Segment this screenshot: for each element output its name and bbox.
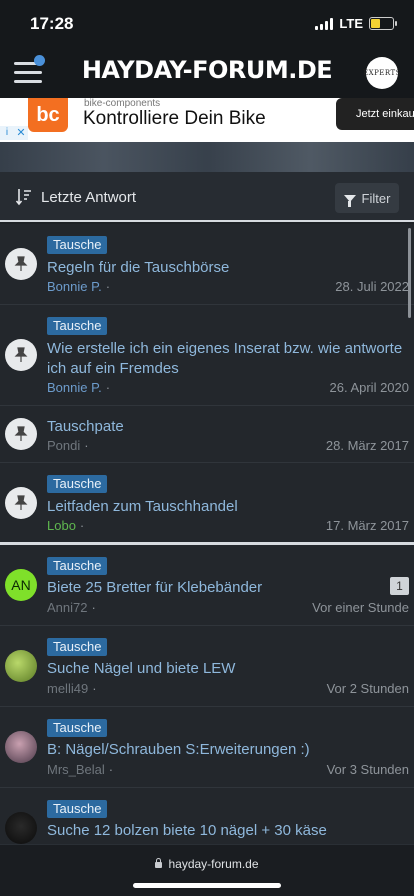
filter-button[interactable]: Filter xyxy=(335,183,399,213)
user-avatar[interactable] xyxy=(5,650,37,682)
status-indicators: LTE xyxy=(315,16,397,31)
lock-icon xyxy=(155,858,163,868)
thread-tag[interactable]: Tausche xyxy=(47,317,108,335)
user-avatar[interactable] xyxy=(5,731,37,763)
thread-title[interactable]: Suche 12 bolzen biete 10 nägel + 30 käse xyxy=(47,821,404,841)
pin-icon xyxy=(5,418,37,450)
sort-label[interactable]: Letzte Antwort xyxy=(41,189,136,206)
thread-author[interactable]: Pondi · xyxy=(47,438,89,453)
thread-tag[interactable]: Tausche xyxy=(47,638,108,656)
status-time: 17:28 xyxy=(30,14,74,33)
thread-author[interactable]: Bonnie P. · xyxy=(47,380,110,395)
thread-title[interactable]: Tauschpate xyxy=(47,417,404,437)
thread-row[interactable]: Tauschpate Pondi · 28. März 2017 xyxy=(0,406,414,463)
thread-date[interactable]: Vor 2 Stunden xyxy=(327,681,409,696)
ad-close-icon[interactable]: ✕ xyxy=(14,126,28,140)
filter-bar: Letzte Antwort Filter xyxy=(0,172,414,222)
url-text: hayday-forum.de xyxy=(168,857,259,871)
site-header: HAYDAY-FORUM.DE EXPERTS xyxy=(0,48,414,98)
thread-tag[interactable]: Tausche xyxy=(47,557,108,575)
status-bar: 17:28 LTE xyxy=(0,0,414,48)
home-indicator[interactable] xyxy=(133,883,281,888)
filter-icon xyxy=(343,194,356,207)
thread-author[interactable]: Mrs_Belal · xyxy=(47,762,113,777)
thread-author[interactable]: Bonnie P. · xyxy=(47,279,110,294)
thread-title[interactable]: Suche Nägel und biete LEW xyxy=(47,659,404,679)
site-logo[interactable]: HAYDAY-FORUM.DE xyxy=(0,56,414,84)
thread-row[interactable]: Tausche Suche 12 bolzen biete 10 nägel +… xyxy=(0,788,414,848)
thread-title[interactable]: Leitfaden zum Tauschhandel xyxy=(47,497,404,517)
url-bar[interactable]: hayday-forum.de xyxy=(0,857,414,871)
thread-tag[interactable]: Tausche xyxy=(47,719,108,737)
pin-icon xyxy=(5,248,37,280)
thread-author[interactable]: Anni72 · xyxy=(47,600,96,615)
thread-date[interactable]: 26. April 2020 xyxy=(329,380,409,395)
thread-author[interactable]: melli49 · xyxy=(47,681,97,696)
thread-date[interactable]: 28. Juli 2022 xyxy=(335,279,409,294)
ad-title[interactable]: Kontrolliere Dein Bike xyxy=(83,108,266,130)
user-avatar[interactable]: AN xyxy=(5,569,37,601)
thread-row[interactable]: Tausche Regeln für die Tauschbörse Bonni… xyxy=(0,224,414,305)
battery-fill xyxy=(371,19,381,28)
pin-icon xyxy=(5,487,37,519)
thread-tag[interactable]: Tausche xyxy=(47,475,108,493)
thread-author[interactable]: Lobo · xyxy=(47,518,84,533)
thread-tag[interactable]: Tausche xyxy=(47,800,108,818)
thread-title[interactable]: Biete 25 Bretter für Klebebänder xyxy=(47,578,404,598)
thread-title[interactable]: Regeln für die Tauschbörse xyxy=(47,258,404,278)
sort-icon[interactable] xyxy=(16,188,32,206)
signal-icon xyxy=(315,17,334,30)
ad-cta-button[interactable]: Jetzt einkau xyxy=(336,98,414,130)
thread-list: Tausche Regeln für die Tauschbörse Bonni… xyxy=(0,224,414,848)
user-avatar[interactable]: EXPERTS xyxy=(363,57,401,89)
thread-title[interactable]: Wie erstelle ich ein eigenes Inserat bzw… xyxy=(47,339,404,379)
thread-date[interactable]: 17. März 2017 xyxy=(326,518,409,533)
ad-info-icon[interactable]: i xyxy=(0,126,14,140)
thread-row[interactable]: AN Tausche Biete 25 Bretter für Klebebän… xyxy=(0,545,414,626)
scrollbar[interactable] xyxy=(408,228,411,318)
battery-icon xyxy=(369,17,397,30)
thread-row[interactable]: Tausche B: Nägel/Schrauben S:Erweiterung… xyxy=(0,707,414,788)
thread-tag[interactable]: Tausche xyxy=(47,236,108,254)
forum-banner xyxy=(0,142,414,172)
thread-row[interactable]: Tausche Wie erstelle ich ein eigenes Ins… xyxy=(0,305,414,406)
reply-count-badge: 1 xyxy=(390,577,409,595)
thread-date[interactable]: Vor 3 Stunden xyxy=(327,762,409,777)
thread-row[interactable]: Tausche Leitfaden zum Tauschhandel Lobo ·… xyxy=(0,463,414,545)
filter-label: Filter xyxy=(361,190,391,206)
user-avatar[interactable] xyxy=(5,812,37,844)
thread-row[interactable]: Tausche Suche Nägel und biete LEW melli4… xyxy=(0,626,414,707)
browser-bottom-bar: hayday-forum.de xyxy=(0,844,414,896)
network-label: LTE xyxy=(339,16,363,31)
thread-date[interactable]: Vor einer Stunde xyxy=(312,600,409,615)
pin-icon xyxy=(5,339,37,371)
ad-logo: bc xyxy=(28,98,68,132)
thread-date[interactable]: 28. März 2017 xyxy=(326,438,409,453)
thread-title[interactable]: B: Nägel/Schrauben S:Erweiterungen :) xyxy=(47,740,404,760)
ad-banner[interactable]: bc bike-components Kontrolliere Dein Bik… xyxy=(0,98,414,142)
